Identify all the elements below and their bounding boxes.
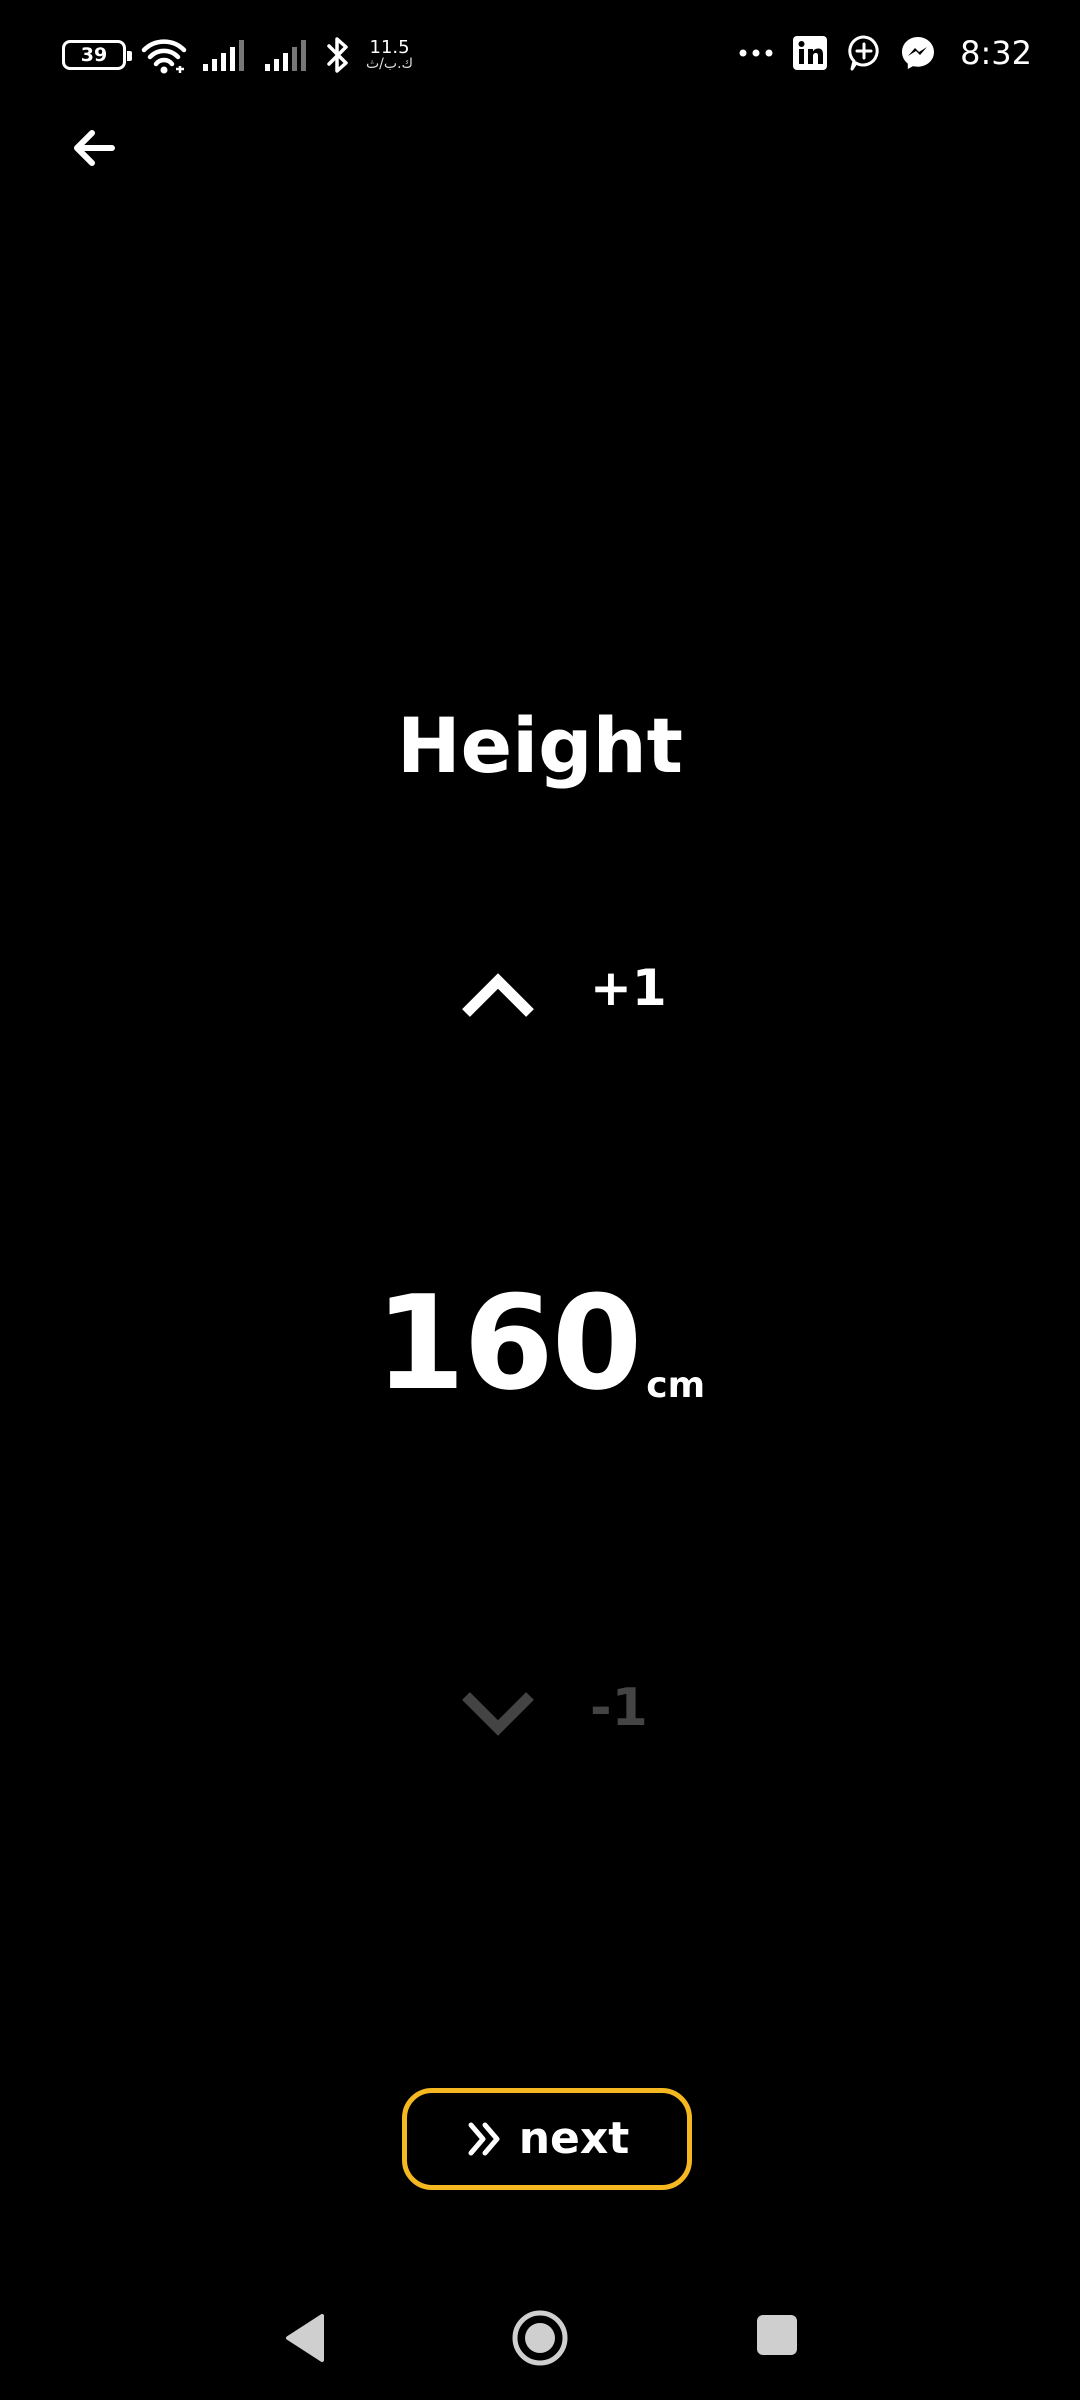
network-speed: 11.5 ك.ب/ث bbox=[366, 37, 414, 72]
double-chevron-right-icon bbox=[468, 2122, 500, 2156]
linkedin-icon bbox=[792, 35, 828, 71]
network-speed-unit: ك.ب/ث bbox=[366, 56, 414, 72]
system-navigation-bar bbox=[0, 2290, 1080, 2400]
status-bar: 39 11.5 ك.ب/ث 8:32 bbox=[0, 0, 1080, 120]
next-button[interactable]: next bbox=[402, 2088, 692, 2190]
square-recents-icon bbox=[757, 2315, 797, 2355]
signal-icon-sim2 bbox=[264, 38, 312, 72]
page-title: Height bbox=[396, 701, 684, 790]
circle-home-icon bbox=[512, 2310, 568, 2366]
nav-recents-button[interactable] bbox=[756, 2314, 798, 2360]
status-right-group: 8:32 bbox=[738, 34, 1032, 72]
nav-back-button[interactable] bbox=[282, 2312, 328, 2368]
battery-level: 39 bbox=[80, 43, 108, 66]
status-left-group: 39 11.5 ك.ب/ث bbox=[62, 36, 413, 74]
back-button[interactable] bbox=[64, 118, 124, 178]
messenger-icon bbox=[900, 35, 936, 71]
height-value-display: 160 cm bbox=[0, 1278, 1080, 1408]
increment-label: +1 bbox=[590, 959, 667, 1017]
arrow-left-icon bbox=[74, 130, 115, 166]
chevron-up-icon bbox=[462, 973, 534, 1017]
nav-home-button[interactable] bbox=[510, 2308, 570, 2372]
battery-icon: 39 bbox=[62, 40, 132, 70]
decrement-label: -1 bbox=[590, 1678, 648, 1738]
clock: 8:32 bbox=[960, 34, 1032, 72]
height-value: 160 bbox=[374, 1267, 642, 1419]
next-label: next bbox=[518, 2113, 630, 2164]
triangle-back-icon bbox=[286, 2314, 324, 2362]
signal-icon-sim1 bbox=[202, 38, 250, 72]
wifi-icon bbox=[140, 36, 188, 74]
chat-plus-icon bbox=[846, 34, 882, 72]
network-speed-value: 11.5 bbox=[369, 37, 410, 58]
chevron-down-icon bbox=[462, 1692, 534, 1736]
height-unit: cm bbox=[646, 1365, 706, 1406]
more-notifications-icon bbox=[738, 48, 774, 58]
bluetooth-icon bbox=[326, 36, 350, 74]
